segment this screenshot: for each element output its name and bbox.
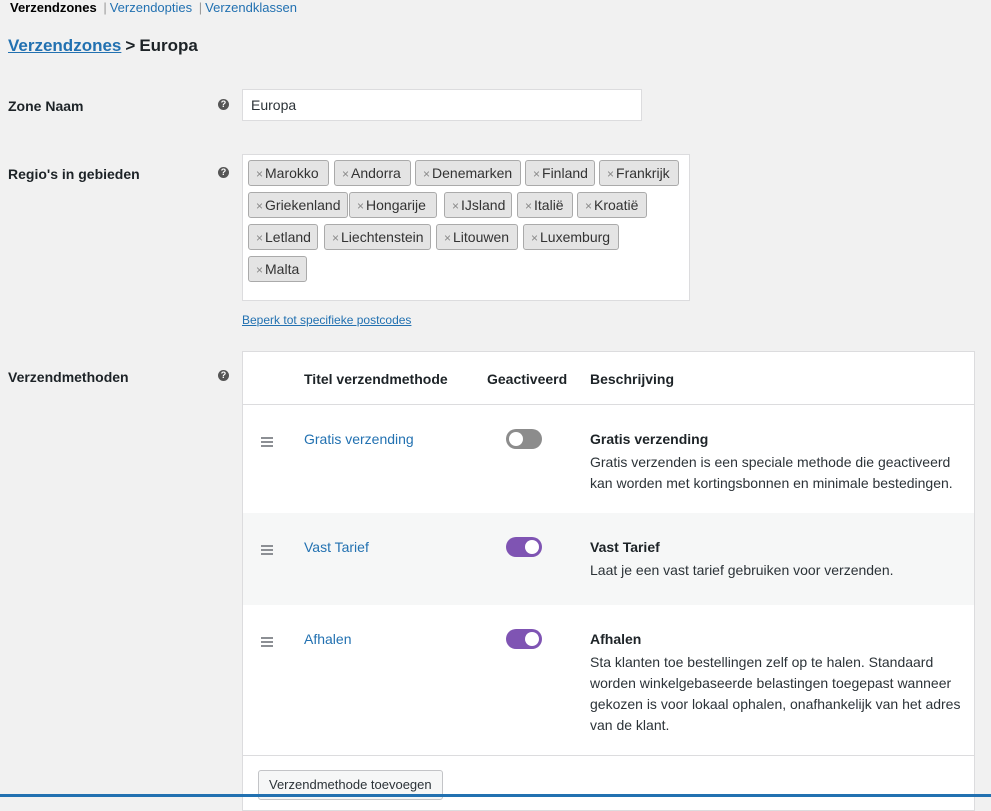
region-chip-label: Andorra — [351, 165, 401, 181]
method-enabled-toggle[interactable] — [506, 537, 542, 557]
region-chip[interactable]: × Marokko — [248, 160, 329, 186]
method-description: Laat je een vast tarief gebruiken voor v… — [590, 562, 894, 578]
remove-chip-icon[interactable]: × — [531, 231, 538, 245]
remove-chip-icon[interactable]: × — [256, 231, 263, 245]
drag-handle-icon[interactable] — [261, 437, 273, 449]
remove-chip-icon[interactable]: × — [256, 167, 263, 181]
region-chip-label: IJsland — [461, 197, 506, 213]
region-chip[interactable]: × IJsland — [444, 192, 513, 218]
region-chip[interactable]: × Liechtenstein — [324, 224, 431, 250]
region-chip-label: Letland — [265, 229, 311, 245]
method-title-link[interactable]: Gratis verzending — [304, 431, 414, 447]
drag-handle-icon[interactable] — [261, 545, 273, 557]
remove-chip-icon[interactable]: × — [525, 199, 532, 213]
footer-divider — [243, 755, 974, 756]
methods-label: Verzendmethoden — [8, 369, 129, 385]
remove-chip-icon[interactable]: × — [423, 167, 430, 181]
column-header-enabled: Geactiveerd — [487, 371, 568, 387]
region-chip-label: Denemarken — [432, 165, 513, 181]
remove-chip-icon[interactable]: × — [332, 231, 339, 245]
limit-postcodes-link[interactable]: Beperk tot specifieke postcodes — [242, 313, 411, 327]
remove-chip-icon[interactable]: × — [533, 167, 540, 181]
method-title-link[interactable]: Vast Tarief — [304, 539, 369, 555]
remove-chip-icon[interactable]: × — [342, 167, 349, 181]
region-chip-label: Frankrijk — [616, 165, 670, 181]
method-description-title: Gratis verzending — [590, 431, 709, 447]
region-chip-label: Kroatië — [594, 197, 639, 213]
remove-chip-icon[interactable]: × — [607, 167, 614, 181]
region-chip-label: Marokko — [265, 165, 319, 181]
table-row: Gratis verzending Gratis verzending Grat… — [243, 405, 974, 513]
subnav-classes[interactable]: Verzendklassen — [205, 0, 297, 15]
subnav-zones[interactable]: Verzendzones — [10, 0, 97, 15]
region-chip[interactable]: × Andorra — [334, 160, 411, 186]
table-row: Afhalen Afhalen Sta klanten toe bestelli… — [243, 605, 974, 755]
region-chip[interactable]: × Finland — [525, 160, 595, 186]
remove-chip-icon[interactable]: × — [256, 263, 263, 277]
help-icon[interactable]: ? — [218, 370, 229, 381]
region-chip[interactable]: × Frankrijk — [599, 160, 679, 186]
method-description-title: Afhalen — [590, 631, 642, 647]
help-icon[interactable]: ? — [218, 167, 229, 178]
method-enabled-toggle[interactable] — [506, 429, 542, 449]
region-chip[interactable]: × Litouwen — [436, 224, 518, 250]
region-chip-label: Italië — [534, 197, 564, 213]
remove-chip-icon[interactable]: × — [452, 199, 459, 213]
column-header-title: Titel verzendmethode — [304, 371, 448, 387]
zone-name-input[interactable] — [242, 89, 642, 121]
region-chip[interactable]: × Malta — [248, 256, 307, 282]
toggle-knob — [509, 432, 523, 446]
shipping-methods-table: Titel verzendmethode Geactiveerd Beschri… — [242, 351, 975, 811]
toggle-knob — [525, 632, 539, 646]
subnav-separator: | — [198, 0, 203, 15]
table-row: Vast Tarief Vast Tarief Laat je een vast… — [243, 513, 974, 605]
region-chip[interactable]: × Griekenland — [248, 192, 348, 218]
region-chip[interactable]: × Italië — [517, 192, 573, 218]
method-enabled-toggle[interactable] — [506, 629, 542, 649]
region-chip[interactable]: × Hongarije — [349, 192, 437, 218]
method-description: Sta klanten toe bestellingen zelf op te … — [590, 654, 961, 733]
region-chip-label: Malta — [265, 261, 300, 277]
region-chip-label: Liechtenstein — [341, 229, 424, 245]
remove-chip-icon[interactable]: × — [357, 199, 364, 213]
method-title-link[interactable]: Afhalen — [304, 631, 351, 647]
toggle-knob — [525, 540, 539, 554]
region-chip[interactable]: × Denemarken — [415, 160, 521, 186]
region-chip-label: Luxemburg — [540, 229, 611, 245]
zone-name-label: Zone Naam — [8, 98, 84, 114]
region-chip-label: Litouwen — [453, 229, 510, 245]
subnav-options[interactable]: Verzendopties — [110, 0, 192, 15]
help-icon[interactable]: ? — [218, 99, 229, 110]
column-header-description: Beschrijving — [590, 371, 675, 387]
remove-chip-icon[interactable]: × — [585, 199, 592, 213]
regions-label: Regio's in gebieden — [8, 166, 140, 182]
region-chip[interactable]: × Letland — [248, 224, 318, 250]
breadcrumb-zones-link[interactable]: Verzendzones — [8, 36, 121, 55]
method-description: Gratis verzenden is een speciale methode… — [590, 454, 953, 491]
drag-handle-icon[interactable] — [261, 637, 273, 649]
region-chip-label: Hongarije — [366, 197, 426, 213]
region-chip[interactable]: × Luxemburg — [523, 224, 619, 250]
breadcrumb: Verzendzones > Europa — [8, 36, 198, 56]
regions-select[interactable]: × Marokko × Andorra × Denemarken × Finland × Fran… — [242, 154, 690, 301]
method-description-title: Vast Tarief — [590, 539, 660, 555]
breadcrumb-current: Europa — [139, 36, 198, 55]
subnav-separator: | — [103, 0, 107, 15]
breadcrumb-separator: > — [125, 36, 136, 55]
region-chip[interactable]: × Kroatië — [577, 192, 647, 218]
shipping-subnav: Verzendzones | Verzendopties | Verzendklas… — [10, 0, 297, 16]
remove-chip-icon[interactable]: × — [256, 199, 263, 213]
remove-chip-icon[interactable]: × — [444, 231, 451, 245]
region-chip-label: Griekenland — [265, 197, 341, 213]
region-chip-label: Finland — [542, 165, 588, 181]
